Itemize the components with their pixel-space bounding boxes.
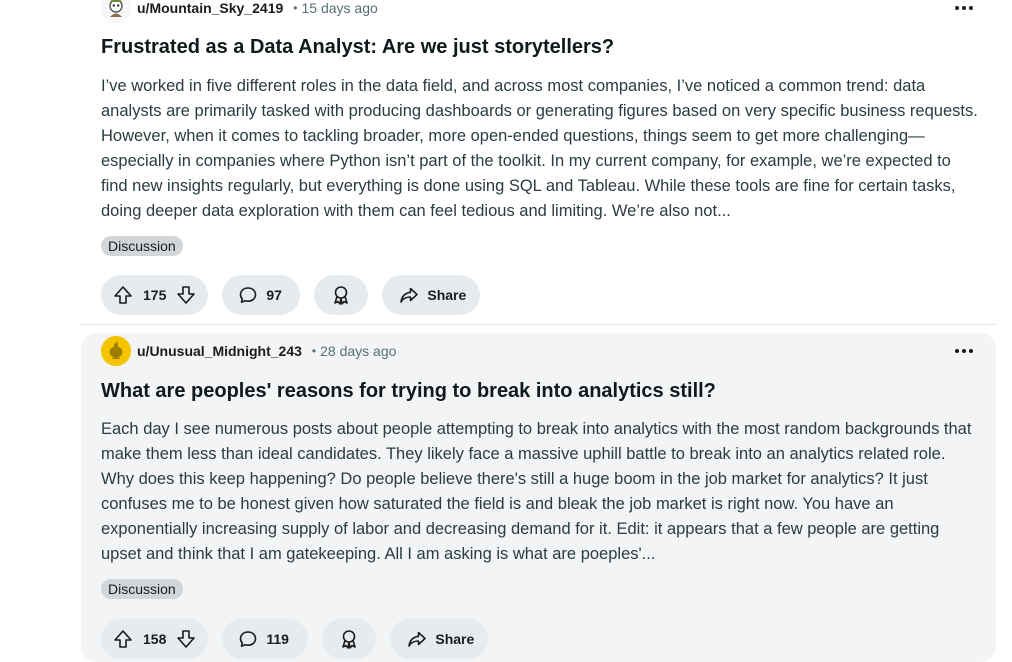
post-meta: u/Mountain_Sky_2419 • 15 days ago [101, 0, 378, 23]
comments-button[interactable]: 119 [222, 619, 309, 659]
post-card[interactable]: u/Mountain_Sky_2419 • 15 days ago Frustr… [81, 0, 996, 324]
meta-separator: • [293, 1, 298, 15]
user-avatar[interactable] [101, 0, 131, 23]
downvote-icon[interactable] [176, 629, 196, 649]
comments-button[interactable]: 97 [222, 275, 301, 315]
post-body[interactable]: Each day I see numerous posts about peop… [101, 417, 981, 567]
share-button[interactable]: Share [382, 275, 481, 315]
post-title[interactable]: What are peoples' reasons for trying to … [101, 380, 716, 403]
post-meta: u/Unusual_Midnight_243 • 28 days ago [101, 336, 397, 366]
post-body[interactable]: I’ve worked in five different roles in t… [101, 74, 981, 224]
upvote-icon[interactable] [113, 285, 133, 305]
meta-separator: • [311, 344, 317, 358]
vote-count: 175 [143, 287, 167, 303]
vote-control: 158 [101, 619, 209, 659]
award-button[interactable] [314, 275, 369, 315]
share-label: Share [427, 287, 467, 303]
more-options-icon[interactable] [954, 4, 974, 12]
award-button[interactable] [322, 619, 377, 659]
post-divider [81, 324, 996, 325]
post-username[interactable]: u/Unusual_Midnight_243 [137, 343, 302, 359]
share-label: Share [435, 631, 475, 647]
post-flair[interactable]: Discussion [101, 236, 183, 256]
vote-control: 175 [101, 275, 209, 315]
comment-icon [238, 629, 258, 649]
post-title[interactable]: Frustrated as a Data Analyst: Are we jus… [101, 36, 614, 59]
award-icon [338, 628, 360, 650]
award-icon [330, 284, 352, 306]
vote-count: 158 [143, 631, 167, 647]
downvote-icon[interactable] [176, 285, 196, 305]
comment-icon [238, 285, 258, 305]
more-options-icon[interactable] [954, 347, 974, 355]
share-icon [399, 285, 419, 305]
comment-count: 119 [266, 631, 289, 647]
post-flair[interactable]: Discussion [101, 579, 183, 599]
post-actions: 158 119 Share [101, 619, 489, 659]
post-time: 28 days ago [320, 343, 397, 359]
post-time: 15 days ago [301, 0, 378, 16]
share-button[interactable]: Share [390, 619, 489, 659]
share-icon [407, 629, 427, 649]
post-actions: 175 97 Share [101, 275, 481, 315]
post-username[interactable]: u/Mountain_Sky_2419 [137, 0, 283, 16]
comment-count: 97 [266, 287, 282, 303]
upvote-icon[interactable] [113, 629, 133, 649]
user-avatar[interactable] [101, 336, 131, 366]
post-card[interactable]: u/Unusual_Midnight_243 • 28 days ago Wha… [81, 333, 996, 662]
